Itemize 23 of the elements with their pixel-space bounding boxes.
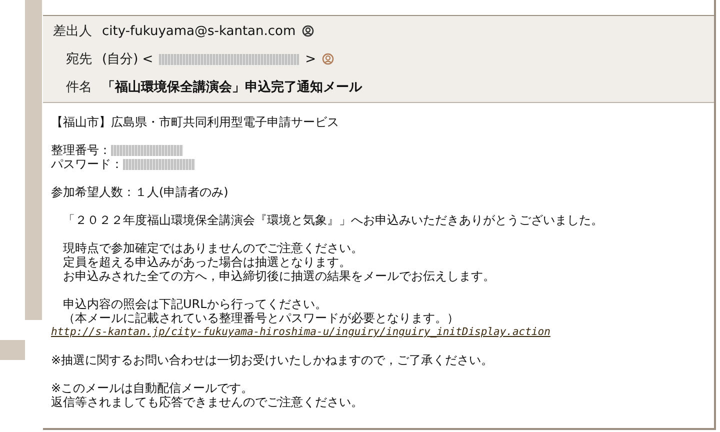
body-text: お申込みされた全ての方へ，申込締切後に抽選の結果をメールでお伝えします。	[62, 269, 495, 283]
body-text: 「２０２２年度福山環境保全講演会『環境と気象』」へお申込みいただきありがとうございました。	[62, 213, 603, 227]
body-text: 参加希望人数：１人(申請者のみ)	[51, 185, 228, 199]
body-text: 【福山市】広島県・市町共同利用型電子申請サービス	[51, 115, 339, 129]
field-label: 宛先	[66, 51, 92, 68]
inquiry-link[interactable]: http://s-kantan.jp/city-fukuyama-hiroshima-u/inguiry/inguiry_initDisplay.action	[51, 325, 550, 339]
body-text: 現時点で参加確定ではありませんのでご注意ください。	[62, 241, 363, 255]
body-text: ※このメールは自動配信メールです。	[51, 381, 254, 395]
sender-address: city-fukuyama@s-kantan.com	[102, 24, 296, 38]
body-text: 定員を超える申込みがあった場合は抽選となります。	[62, 255, 351, 269]
email-subject: 「福山環境保全講演会」申込完了通知メール	[102, 78, 362, 96]
person-icon[interactable]	[302, 25, 314, 37]
body-text: ※抽選に関するお問い合わせは一切お受けいたしかねますので，ご了承ください。	[51, 353, 494, 367]
field-label: 件名	[66, 79, 92, 96]
sidebar-block	[0, 340, 25, 360]
body-text: 返信等されましても応答できませんのでご注意ください。	[51, 395, 363, 409]
recipient-prefix: (自分) <	[102, 51, 154, 68]
recipient-suffix: >	[305, 52, 316, 66]
field-label: 整理番号：	[51, 143, 111, 157]
field-label: パスワード：	[51, 157, 123, 171]
body-text: 申込内容の照会は下記URLから行ってください。	[62, 297, 327, 311]
field-label: 差出人	[53, 23, 92, 40]
body-text: （本メールに記載されている整理番号とパスワードが必要となります。）	[62, 311, 459, 325]
